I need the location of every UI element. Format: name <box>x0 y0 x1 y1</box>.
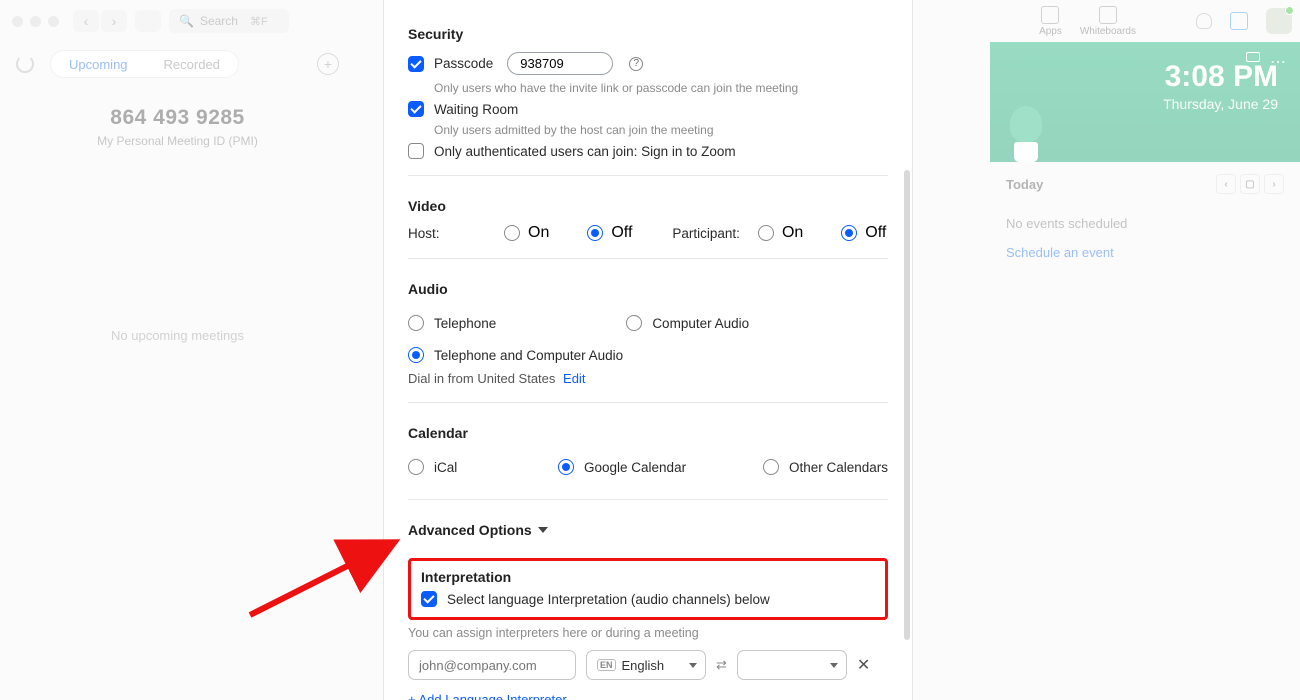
whiteboards-label: Whiteboards <box>1080 26 1136 37</box>
close-dot[interactable] <box>12 16 23 27</box>
whiteboards-tab[interactable]: Whiteboards <box>1080 6 1136 37</box>
host-video-off-radio[interactable] <box>587 225 603 241</box>
search-shortcut: ⌘F <box>250 15 268 28</box>
host-off-label: Off <box>611 224 632 242</box>
add-meeting-button[interactable]: + <box>317 53 339 75</box>
help-icon[interactable]: ? <box>629 57 643 71</box>
calendar-google-radio[interactable] <box>558 459 574 475</box>
panel-toggle-icon[interactable] <box>1230 12 1248 30</box>
chevron-down-icon <box>830 663 838 668</box>
interpretation-highlight-box: Interpretation Select language Interpret… <box>408 558 888 620</box>
audio-telephone-radio[interactable] <box>408 315 424 331</box>
swap-icon[interactable]: ⇄ <box>716 657 727 673</box>
search-icon: 🔍 <box>179 14 194 28</box>
remove-interpreter-button[interactable]: ✕ <box>857 655 870 675</box>
apps-label: Apps <box>1039 26 1062 37</box>
host-video-on-radio[interactable] <box>504 225 520 241</box>
minimize-dot[interactable] <box>30 16 41 27</box>
tab-upcoming[interactable]: Upcoming <box>51 51 146 77</box>
chevron-down-icon <box>689 663 697 668</box>
calendar-ical-radio[interactable] <box>408 459 424 475</box>
notifications-icon[interactable] <box>1196 13 1212 29</box>
history-button[interactable] <box>135 10 161 32</box>
passcode-label: Passcode <box>434 56 493 71</box>
tab-recorded[interactable]: Recorded <box>146 51 238 77</box>
participant-on-label: On <box>782 224 803 242</box>
search-input[interactable]: 🔍 Search ⌘F <box>169 9 289 33</box>
nav-back-button[interactable]: ‹ <box>73 10 99 32</box>
nav-forward-button[interactable]: › <box>101 10 127 32</box>
lang1-label: English <box>622 658 665 673</box>
audio-computer-label: Computer Audio <box>652 316 749 331</box>
avatar[interactable] <box>1266 8 1292 34</box>
more-icon[interactable]: ⋯ <box>1270 52 1288 72</box>
audio-both-label: Telephone and Computer Audio <box>434 348 623 363</box>
passcode-input[interactable] <box>507 52 613 75</box>
section-interpretation-title: Interpretation <box>421 569 875 585</box>
whiteboards-icon <box>1099 6 1117 24</box>
section-video-title: Video <box>408 198 888 214</box>
participant-video-off-radio[interactable] <box>841 225 857 241</box>
add-interpreter-link[interactable]: + Add Language Interpreter <box>408 692 888 700</box>
participant-off-label: Off <box>865 224 886 242</box>
auth-users-label: Only authenticated users can join: Sign … <box>434 144 736 159</box>
advanced-options-toggle[interactable]: Advanced Options <box>408 522 888 538</box>
schedule-event-link[interactable]: Schedule an event <box>1006 245 1284 260</box>
scrollbar[interactable] <box>904 170 910 640</box>
interpreter-email-input[interactable] <box>408 650 576 680</box>
audio-telephone-label: Telephone <box>434 316 496 331</box>
pmi-block[interactable]: 864 493 9285 My Personal Meeting ID (PMI… <box>16 106 339 148</box>
clock-time: 3:08 PM <box>1012 60 1278 94</box>
dial-in-edit-link[interactable]: Edit <box>563 371 585 386</box>
calendar-google-label: Google Calendar <box>584 460 686 475</box>
apps-tab[interactable]: Apps <box>1039 6 1062 37</box>
pmi-number: 864 493 9285 <box>16 106 339 130</box>
lang-badge: EN <box>597 659 616 671</box>
clock-date: Thursday, June 29 <box>1012 96 1278 112</box>
section-audio-title: Audio <box>408 281 888 297</box>
waiting-room-label: Waiting Room <box>434 102 518 117</box>
pmi-subtitle: My Personal Meeting ID (PMI) <box>16 134 339 148</box>
search-placeholder: Search <box>200 14 238 28</box>
camera-icon[interactable] <box>1246 52 1260 62</box>
no-events-text: No events scheduled <box>1006 216 1284 231</box>
waiting-room-hint: Only users admitted by the host can join… <box>434 123 888 137</box>
no-meetings-text: No upcoming meetings <box>16 328 339 343</box>
calendar-hero: ⋯ 3:08 PM Thursday, June 29 <box>990 42 1300 162</box>
cal-prev-button[interactable]: ‹ <box>1216 174 1236 194</box>
passcode-hint: Only users who have the invite link or p… <box>434 81 888 95</box>
dial-in-text: Dial in from United States <box>408 371 555 386</box>
interpreter-lang1-select[interactable]: EN English <box>586 650 706 680</box>
interpretation-checkbox[interactable] <box>421 591 437 607</box>
calendar-ical-label: iCal <box>434 460 457 475</box>
zoom-dot[interactable] <box>48 16 59 27</box>
participant-video-on-radio[interactable] <box>758 225 774 241</box>
window-traffic-lights <box>8 16 59 27</box>
section-calendar-title: Calendar <box>408 425 888 441</box>
interpreter-lang2-select[interactable] <box>737 650 847 680</box>
refresh-icon[interactable] <box>16 55 34 73</box>
meetings-tabs: Upcoming Recorded <box>50 50 239 78</box>
annotation-arrow <box>245 530 415 635</box>
calendar-other-radio[interactable] <box>763 459 779 475</box>
chevron-down-icon <box>538 527 548 533</box>
audio-both-radio[interactable] <box>408 347 424 363</box>
host-on-label: On <box>528 224 549 242</box>
cal-view-button[interactable]: ▢ <box>1240 174 1260 194</box>
auth-users-checkbox[interactable] <box>408 143 424 159</box>
calendar-other-label: Other Calendars <box>789 460 888 475</box>
advanced-options-label: Advanced Options <box>408 522 532 538</box>
apps-icon <box>1041 6 1059 24</box>
video-participant-label: Participant: <box>672 226 740 241</box>
today-label: Today <box>1006 177 1043 192</box>
section-security-title: Security <box>408 26 888 42</box>
cal-next-button[interactable]: › <box>1264 174 1284 194</box>
interpretation-hint: You can assign interpreters here or duri… <box>408 626 888 640</box>
interpretation-checkbox-label: Select language Interpretation (audio ch… <box>447 592 770 607</box>
video-host-label: Host: <box>408 226 504 241</box>
audio-computer-radio[interactable] <box>626 315 642 331</box>
passcode-checkbox[interactable] <box>408 56 424 72</box>
schedule-meeting-dialog: Security Passcode ? Only users who have … <box>383 0 913 700</box>
waiting-room-checkbox[interactable] <box>408 101 424 117</box>
